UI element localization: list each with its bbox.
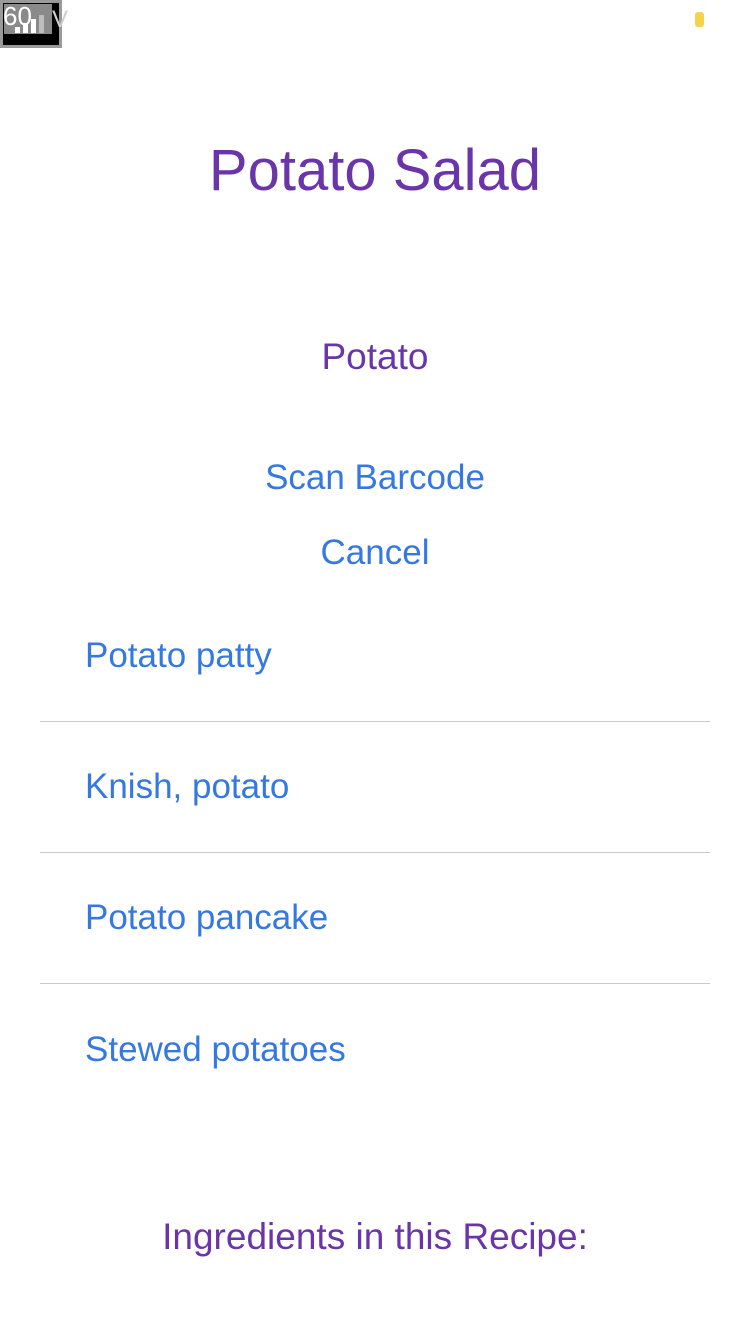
result-item-knish-potato[interactable]: Knish, potato [40,722,710,853]
result-item-potato-pancake[interactable]: Potato pancake [40,853,710,984]
ingredients-heading: Ingredients in this Recipe: [162,1216,588,1257]
debug-fps-text: 60 [3,1,32,31]
carrier-name: V [52,6,69,33]
status-bar: 60 V [0,0,750,52]
result-item-stewed-potatoes[interactable]: Stewed potatoes [40,984,710,1115]
battery-icon [695,12,704,27]
recipe-title: Potato Salad [208,138,542,203]
result-item-potato-patty[interactable]: Potato patty [40,591,710,722]
cancel-button[interactable]: Cancel [0,531,750,575]
scan-barcode-button[interactable]: Scan Barcode [0,456,750,500]
search-results-list: Potato patty Knish, potato Potato pancak… [40,591,710,1115]
search-term: Potato [321,336,429,377]
recipe-screen: 60 V Potato Salad Potato Scan Barcode Ca… [0,0,750,1334]
